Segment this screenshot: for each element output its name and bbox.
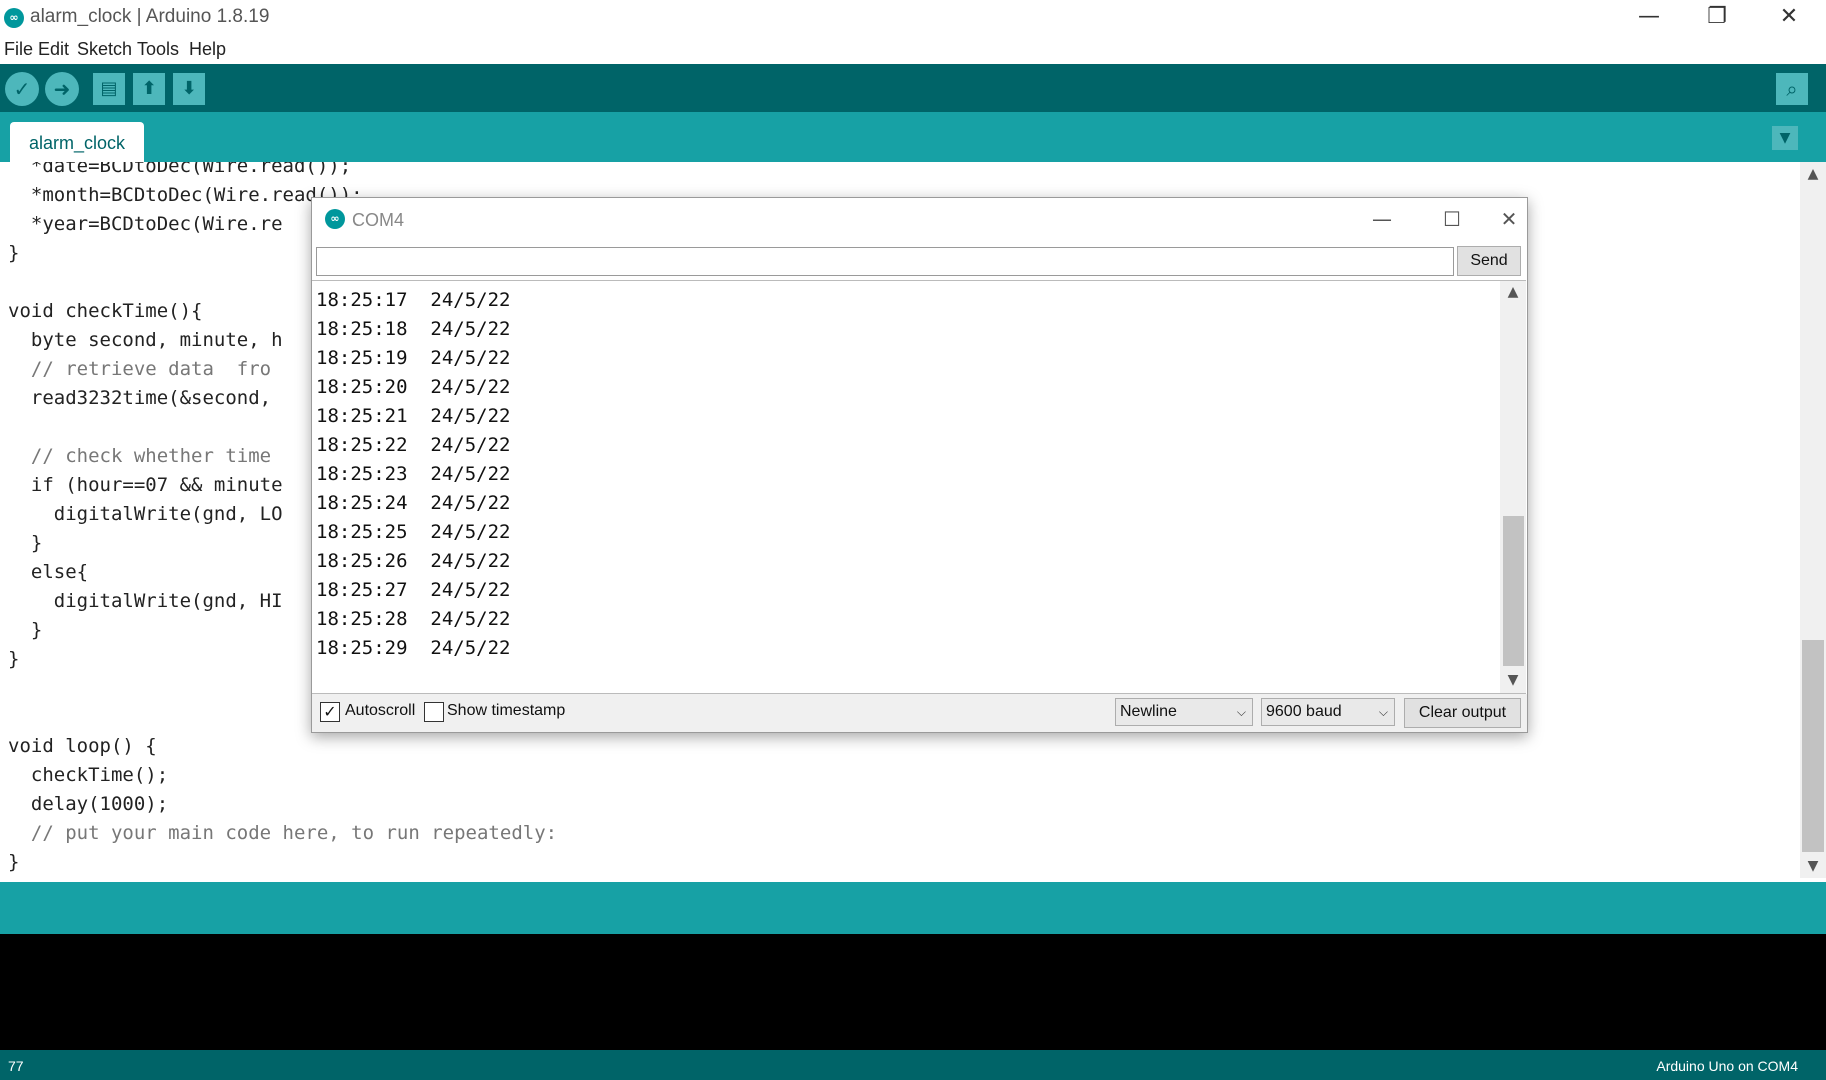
output-line: 18:25:25 24/5/22 xyxy=(316,521,511,543)
code-line: delay(1000); xyxy=(8,793,169,815)
board-info: Arduino Uno on COM4 xyxy=(1656,1058,1798,1074)
line-ending-select[interactable]: Newline ⌵ xyxy=(1115,698,1253,726)
chevron-down-icon: ⌵ xyxy=(1378,705,1388,719)
code-line: digitalWrite(gnd, LO xyxy=(8,503,283,525)
serial-footer: ✓ Autoscroll Show timestamp Newline ⌵ 96… xyxy=(312,694,1527,732)
clear-output-button[interactable]: Clear output xyxy=(1404,698,1521,728)
open-sketch-button[interactable]: ⬆ xyxy=(133,73,165,105)
output-line: 18:25:21 24/5/22 xyxy=(316,405,511,427)
code-line: *year=BCDtoDec(Wire.re xyxy=(8,213,283,235)
output-line: 18:25:28 24/5/22 xyxy=(316,608,511,630)
output-line: 18:25:18 24/5/22 xyxy=(316,318,511,340)
code-line: read3232time(&second, xyxy=(8,387,272,409)
close-button[interactable]: ✕ xyxy=(1756,0,1822,36)
serial-minimize-button[interactable]: — xyxy=(1352,202,1412,236)
chevron-down-icon: ⌵ xyxy=(1236,705,1246,719)
output-line: 18:25:20 24/5/22 xyxy=(316,376,511,398)
serial-output[interactable]: 18:25:17 24/5/22 18:25:18 24/5/22 18:25:… xyxy=(312,280,1500,694)
console-output[interactable] xyxy=(0,934,1826,1050)
save-sketch-button[interactable]: ⬇ xyxy=(173,73,205,105)
code-line: } xyxy=(8,851,20,873)
tab-menu-chevron-down-icon[interactable]: ▼ xyxy=(1772,126,1798,150)
title-bar xyxy=(0,0,1826,36)
output-line: 18:25:17 24/5/22 xyxy=(316,289,511,311)
show-timestamp-checkbox[interactable] xyxy=(424,702,444,722)
code-line: if (hour==07 && minute xyxy=(8,474,283,496)
autoscroll-label: Autoscroll xyxy=(345,702,416,719)
code-line: } xyxy=(8,648,20,670)
arduino-logo-icon: ∞ xyxy=(4,8,24,28)
tab-alarm-clock[interactable]: alarm_clock xyxy=(10,122,144,162)
output-line: 18:25:19 24/5/22 xyxy=(316,347,511,369)
show-timestamp-label: Show timestamp xyxy=(447,702,566,719)
serial-title-bar xyxy=(312,198,1527,240)
code-line: byte second, minute, h xyxy=(8,329,283,351)
minimize-button[interactable]: — xyxy=(1616,0,1682,36)
new-sketch-button[interactable]: ▤ xyxy=(93,73,125,105)
status-bar xyxy=(0,882,1826,934)
output-line: 18:25:23 24/5/22 xyxy=(316,463,511,485)
output-line: 18:25:27 24/5/22 xyxy=(316,579,511,601)
serial-window-title: COM4 xyxy=(352,210,405,230)
verify-button[interactable]: ✓ xyxy=(5,72,39,106)
code-line: } xyxy=(8,619,43,641)
bottom-status-bar: 77 Arduino Uno on COM4 xyxy=(0,1050,1826,1080)
serial-scroll-down-arrow-icon[interactable]: ▼ xyxy=(1500,672,1526,688)
code-line: else{ xyxy=(8,561,89,583)
output-line: 18:25:29 24/5/22 xyxy=(316,637,511,659)
code-line: // put your main code here, to run repea… xyxy=(8,822,558,844)
line-ending-value: Newline xyxy=(1120,703,1177,720)
toolbar xyxy=(0,64,1826,112)
menu-file[interactable]: File xyxy=(4,39,33,60)
restore-button[interactable]: ❐ xyxy=(1684,0,1750,36)
menu-help[interactable]: Help xyxy=(189,39,226,60)
code-line: void loop() { xyxy=(8,735,157,757)
baud-rate-select[interactable]: 9600 baud ⌵ xyxy=(1261,698,1395,726)
serial-close-button[interactable]: ✕ xyxy=(1492,202,1526,236)
output-line: 18:25:26 24/5/22 xyxy=(316,550,511,572)
scroll-up-arrow-icon[interactable]: ▲ xyxy=(1800,166,1826,182)
serial-scrollbar-thumb[interactable] xyxy=(1503,516,1524,666)
code-line: checkTime(); xyxy=(8,764,169,786)
tab-label: alarm_clock xyxy=(28,133,126,153)
code-line: void checkTime(){ xyxy=(8,300,203,322)
menu-edit[interactable]: Edit xyxy=(38,39,69,60)
menu-tools[interactable]: Tools xyxy=(137,39,179,60)
menu-bar: File Edit Sketch Tools Help xyxy=(0,36,1826,64)
baud-rate-value: 9600 baud xyxy=(1266,703,1342,720)
output-line: 18:25:24 24/5/22 xyxy=(316,492,511,514)
serial-monitor-window: ∞ COM4 — ☐ ✕ Send 18:25:17 24/5/22 18:25… xyxy=(311,197,1528,733)
code-line: // check whether time xyxy=(8,445,272,467)
code-line: // retrieve data fro xyxy=(8,358,272,380)
autoscroll-checkbox[interactable]: ✓ xyxy=(320,702,340,722)
editor-scrollbar-thumb[interactable] xyxy=(1802,640,1824,852)
window-title: alarm_clock | Arduino 1.8.19 xyxy=(30,6,270,27)
serial-monitor-button[interactable]: ⌕ xyxy=(1776,73,1808,105)
code-line: } xyxy=(8,532,43,554)
upload-button[interactable]: ➜ xyxy=(45,72,79,106)
serial-scroll-up-arrow-icon[interactable]: ▲ xyxy=(1500,284,1526,300)
menu-sketch[interactable]: Sketch xyxy=(77,39,132,60)
code-line: *date=BCDtoDec(Wire.read()); xyxy=(8,162,352,177)
code-line: } xyxy=(8,242,20,264)
scroll-down-arrow-icon[interactable]: ▼ xyxy=(1800,858,1826,874)
code-line: digitalWrite(gnd, HI xyxy=(8,590,283,612)
output-line: 18:25:22 24/5/22 xyxy=(316,434,511,456)
tab-bar xyxy=(0,112,1826,162)
code-line: *month=BCDtoDec(Wire.read()); xyxy=(8,184,363,206)
serial-maximize-button[interactable]: ☐ xyxy=(1422,202,1482,236)
line-number: 77 xyxy=(8,1058,24,1074)
send-button[interactable]: Send xyxy=(1457,246,1521,276)
arduino-logo-icon: ∞ xyxy=(325,209,345,229)
serial-send-input[interactable] xyxy=(316,247,1454,276)
